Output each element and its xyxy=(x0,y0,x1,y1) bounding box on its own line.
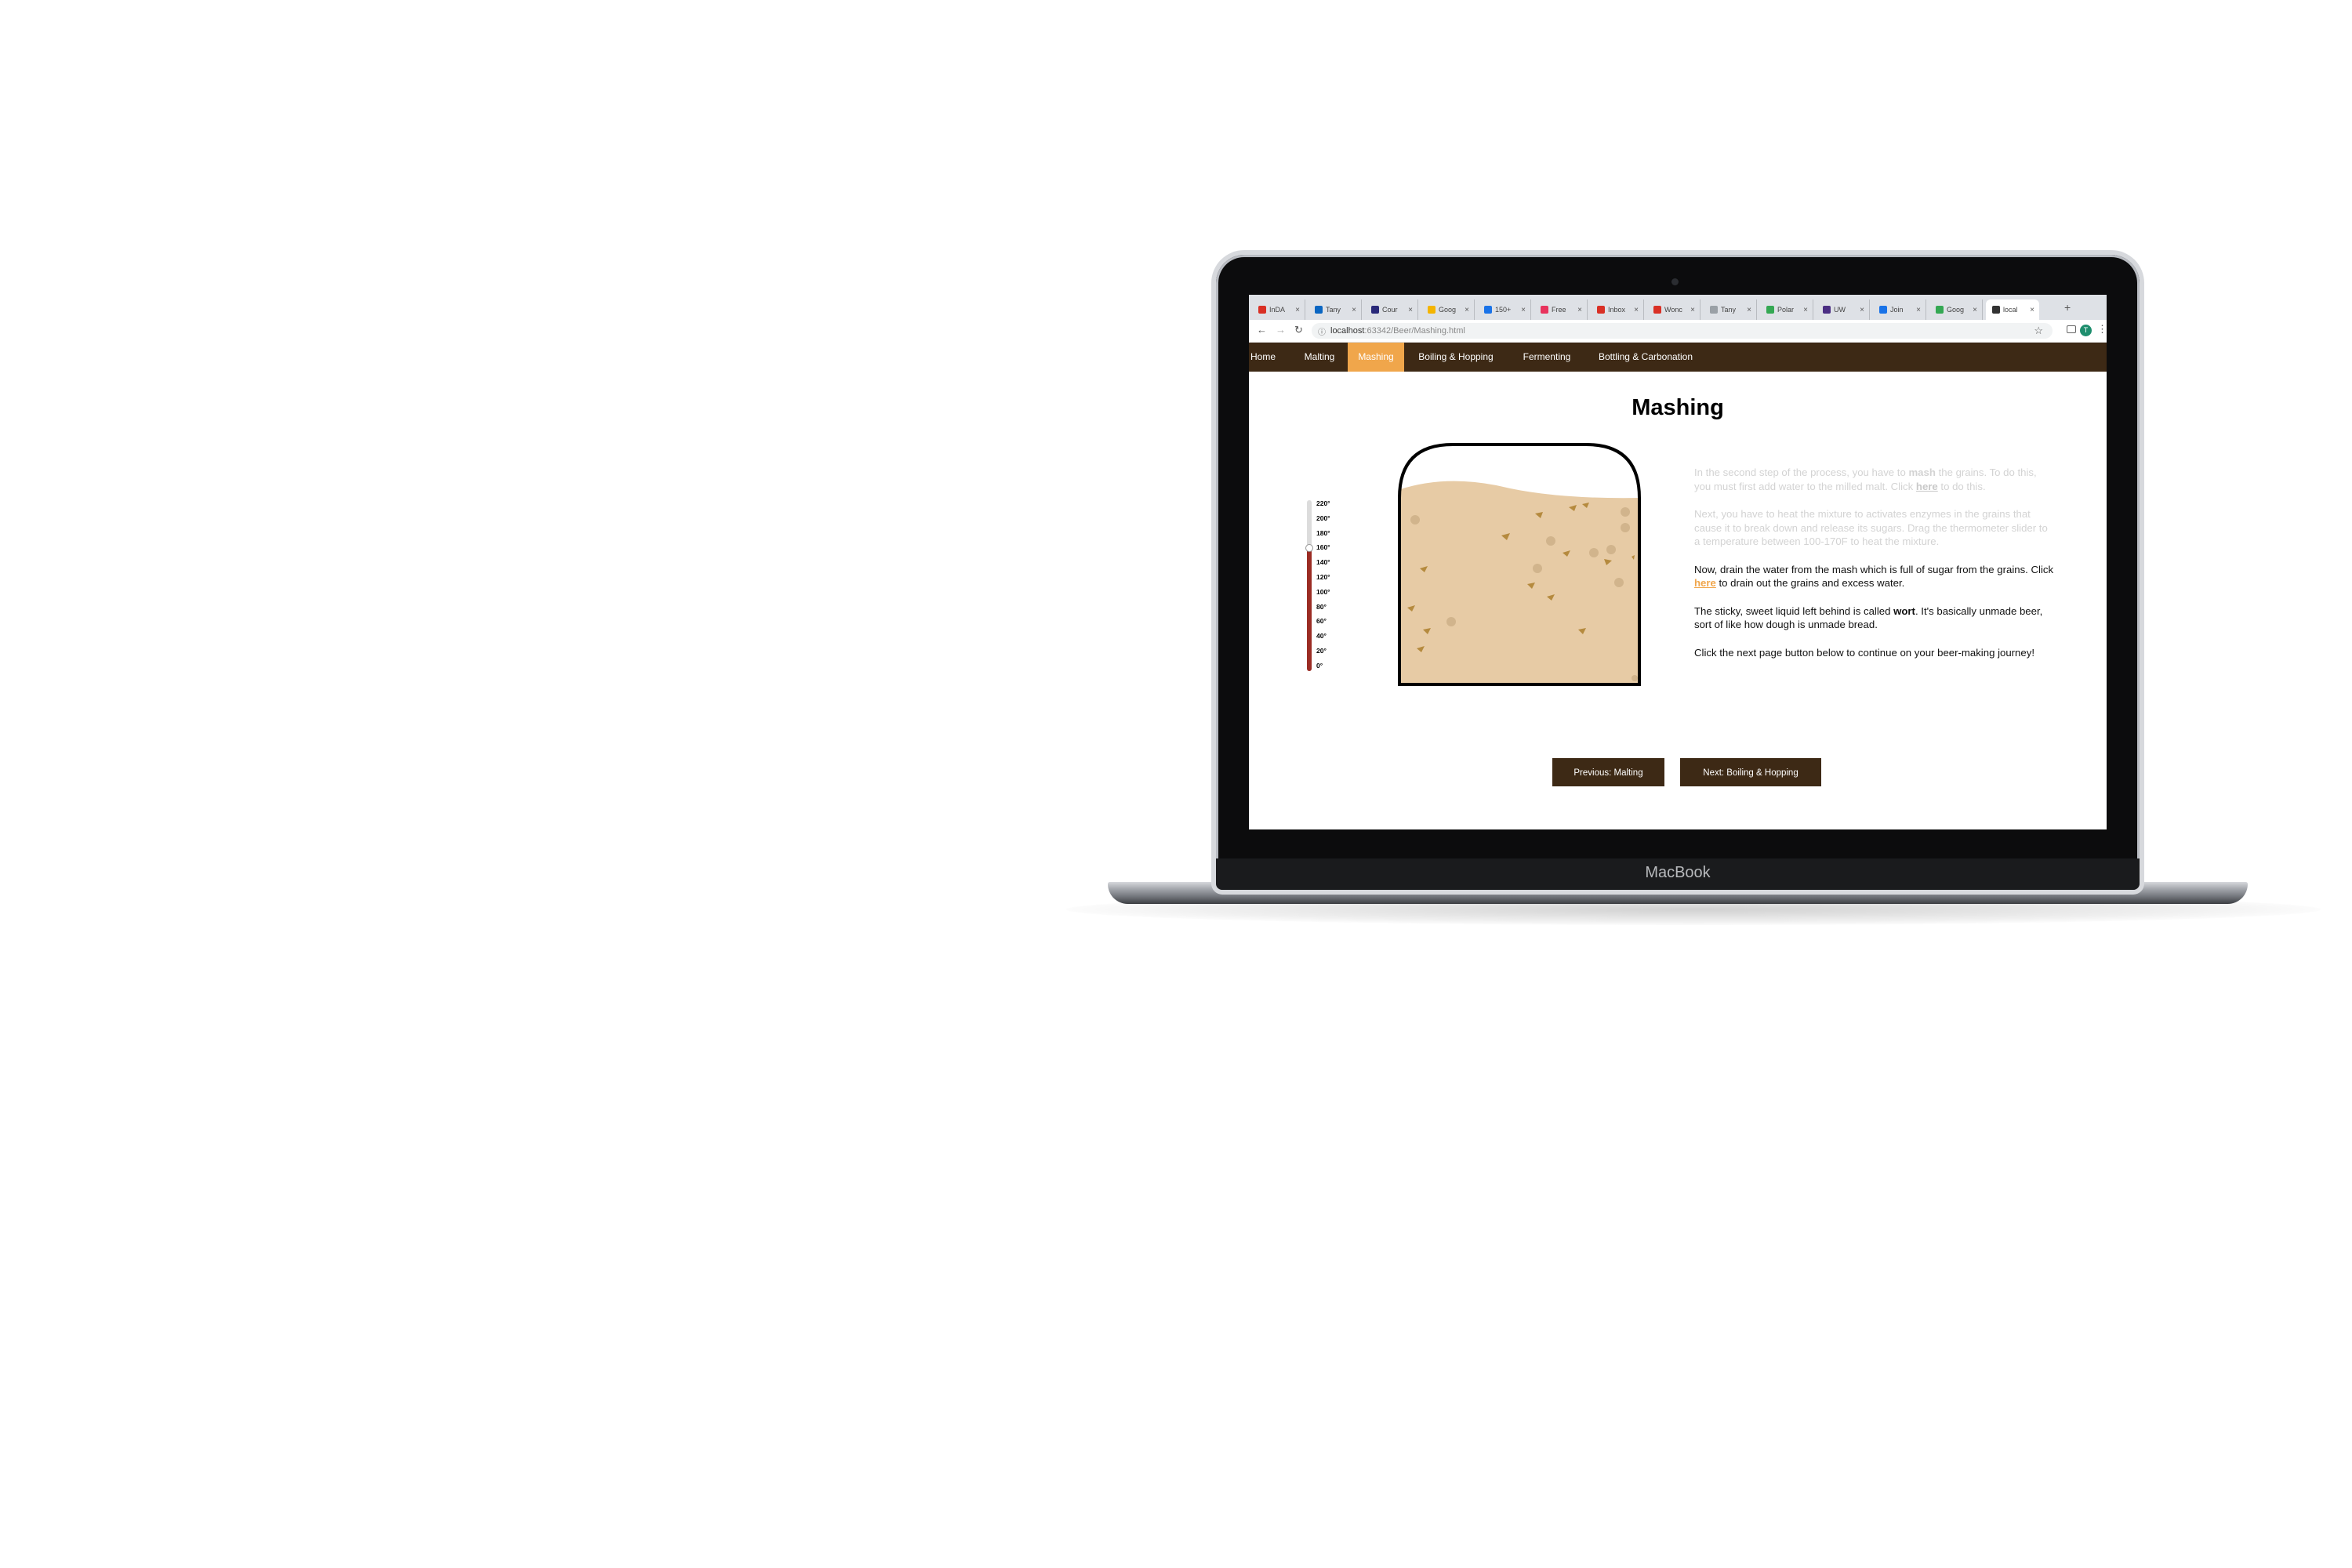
nav-item-fermenting[interactable]: Fermenting xyxy=(1510,343,1584,372)
browser-tab[interactable]: Goog × xyxy=(1929,299,1983,320)
close-icon[interactable]: × xyxy=(1634,306,1643,314)
tab-favicon-icon xyxy=(1541,306,1548,314)
webcam-icon xyxy=(1671,278,1679,285)
new-tab-icon[interactable]: + xyxy=(2064,301,2071,314)
address-bar[interactable]: ⓘ localhost:63342/Beer/Mashing.html ☆ xyxy=(1312,323,2053,339)
info-icon: ⓘ xyxy=(1318,328,1326,337)
next-page-button[interactable]: Next: Boiling & Hopping xyxy=(1680,758,1821,786)
drain-link[interactable]: here xyxy=(1694,577,1716,589)
tab-favicon-icon xyxy=(1992,306,2000,314)
temperature-label: 80° xyxy=(1316,602,1327,611)
browser-window: InDA × Tany × Cour × Goog × 150+ × Free × Inbo… xyxy=(1249,295,2107,829)
step-paragraph-continue: Click the next page button below to cont… xyxy=(1694,646,2034,659)
browser-tab[interactable]: Wonc × xyxy=(1647,299,1700,320)
back-arrow-icon[interactable]: ← xyxy=(1257,324,1267,336)
previous-page-button[interactable]: Previous: Malting xyxy=(1552,758,1664,786)
step-paragraph-drain: Now, drain the water from the mash which… xyxy=(1694,563,2054,590)
browser-tab[interactable]: Cour × xyxy=(1365,299,1418,320)
temperature-label: 200° xyxy=(1316,514,1330,522)
temperature-label: 120° xyxy=(1316,572,1330,581)
browser-tab[interactable]: Tany × xyxy=(1704,299,1757,320)
browser-tab[interactable]: 150+ × xyxy=(1478,299,1531,320)
browser-tab-active[interactable]: local × xyxy=(1986,299,2039,320)
browser-tab[interactable]: Free × xyxy=(1534,299,1588,320)
browser-tab[interactable]: Goog × xyxy=(1421,299,1475,320)
tab-favicon-icon xyxy=(1823,306,1831,314)
nav-item-boiling-hopping[interactable]: Boiling & Hopping xyxy=(1406,343,1505,372)
forward-arrow-icon[interactable]: → xyxy=(1276,324,1286,336)
url-text: localhost:63342/Beer/Mashing.html xyxy=(1330,326,1465,336)
reload-icon[interactable]: ↻ xyxy=(1294,324,1303,336)
close-icon[interactable]: × xyxy=(1352,306,1361,314)
close-icon[interactable]: × xyxy=(1860,306,1869,314)
temperature-label: 220° xyxy=(1316,499,1330,507)
tab-favicon-icon xyxy=(1484,306,1492,314)
tab-favicon-icon xyxy=(1936,306,1944,314)
temperature-label: 100° xyxy=(1316,587,1330,596)
thermometer-scale: 220° 200° 180° 160° 140° 120° 100° 80° 6… xyxy=(1316,499,1330,677)
browser-tab[interactable]: InDA × xyxy=(1252,299,1305,320)
thermometer-fill xyxy=(1307,548,1312,671)
close-icon[interactable]: × xyxy=(1916,306,1926,314)
close-icon[interactable]: × xyxy=(1521,306,1530,314)
browser-tab[interactable]: Tany × xyxy=(1308,299,1362,320)
bookmark-star-icon[interactable]: ☆ xyxy=(2034,325,2043,337)
browser-toolbar: ← → ↻ ⓘ localhost:63342/Beer/Mashing.htm… xyxy=(1249,320,2107,343)
tab-favicon-icon xyxy=(1258,306,1266,314)
close-icon[interactable]: × xyxy=(1690,306,1700,314)
tab-favicon-icon xyxy=(1597,306,1605,314)
close-icon[interactable]: × xyxy=(1577,306,1587,314)
close-icon[interactable]: × xyxy=(1973,306,1982,314)
browser-tab[interactable]: Polar × xyxy=(1760,299,1813,320)
close-icon[interactable]: × xyxy=(2030,306,2039,314)
tab-favicon-icon xyxy=(1766,306,1774,314)
device-brand: MacBook xyxy=(1645,864,1711,881)
browser-tab[interactable]: Join × xyxy=(1873,299,1926,320)
tab-bar: InDA × Tany × Cour × Goog × 150+ × Free × Inbo… xyxy=(1249,295,2107,320)
step-paragraph-add-water: In the second step of the process, you h… xyxy=(1694,466,2037,492)
nav-item-mashing[interactable]: Mashing xyxy=(1348,343,1404,372)
close-icon[interactable]: × xyxy=(1295,306,1305,314)
tab-favicon-icon xyxy=(1315,306,1323,314)
temperature-label: 180° xyxy=(1316,528,1330,537)
temperature-label: 20° xyxy=(1316,646,1327,655)
temperature-label: 60° xyxy=(1316,617,1327,626)
browser-tab[interactable]: UW × xyxy=(1817,299,1870,320)
close-icon[interactable]: × xyxy=(1408,306,1417,314)
close-icon[interactable]: × xyxy=(1747,306,1756,314)
nav-item-malting[interactable]: Malting xyxy=(1297,343,1342,372)
camera-icon[interactable] xyxy=(2067,325,2076,333)
tab-favicon-icon xyxy=(1653,306,1661,314)
browser-tab[interactable]: Inbox × xyxy=(1591,299,1644,320)
mash-tun-illustration xyxy=(1398,443,1641,686)
tab-favicon-icon xyxy=(1371,306,1379,314)
temperature-label: 0° xyxy=(1316,661,1323,670)
tab-favicon-icon xyxy=(1710,306,1718,314)
menu-kebab-icon[interactable]: ⋮ xyxy=(2097,323,2107,336)
add-water-link[interactable]: here xyxy=(1916,481,1938,492)
profile-avatar[interactable]: T xyxy=(2080,325,2092,336)
close-icon[interactable]: × xyxy=(1803,306,1813,314)
thermometer-handle[interactable] xyxy=(1305,544,1313,553)
step-paragraph-wort: The sticky, sweet liquid left behind is … xyxy=(1694,604,2043,631)
temperature-label: 140° xyxy=(1316,558,1330,567)
nav-item-bottling-carbonation[interactable]: Bottling & Carbonation xyxy=(1579,343,1712,372)
nav-item-home[interactable]: Home xyxy=(1249,343,1279,372)
temperature-label: 40° xyxy=(1316,632,1327,641)
close-icon[interactable]: × xyxy=(1465,306,1474,314)
mash-mixture xyxy=(1399,481,1639,684)
step-paragraph-heat: Next, you have to heat the mixture to ac… xyxy=(1694,508,2048,547)
thermometer-slider[interactable] xyxy=(1305,500,1313,671)
instructions: In the second step of the process, you h… xyxy=(1694,466,2055,673)
page-title: Mashing xyxy=(1632,395,1724,420)
tab-favicon-icon xyxy=(1428,306,1436,314)
temperature-label: 160° xyxy=(1316,543,1330,552)
site-navbar: Home Malting Mashing Boiling & Hopping F… xyxy=(1249,343,2107,372)
tab-favicon-icon xyxy=(1879,306,1887,314)
